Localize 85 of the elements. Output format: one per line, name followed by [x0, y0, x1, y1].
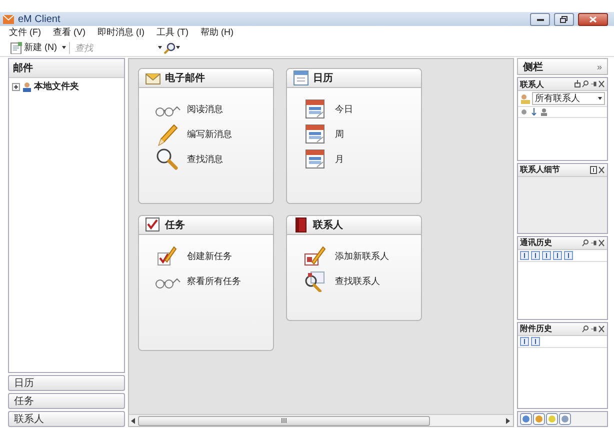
- card-title: 任务: [165, 218, 185, 232]
- panel-title: 附件历史: [520, 323, 553, 334]
- close-icon[interactable]: [598, 166, 605, 174]
- toolbar-icon[interactable]: [531, 250, 540, 260]
- sidebar-title: 侧栏: [523, 60, 543, 74]
- export-icon[interactable]: [574, 80, 581, 88]
- checkbox-icon: [145, 217, 161, 233]
- window-title: eM Client: [18, 14, 60, 24]
- tree-item[interactable]: 本地文件夹: [34, 80, 79, 93]
- toolbar-icon[interactable]: [520, 250, 529, 260]
- menu-item[interactable]: 工具 (T): [150, 26, 194, 39]
- close-icon[interactable]: [598, 324, 605, 333]
- toolbar-icon[interactable]: [520, 336, 529, 346]
- card-pencil-icon: [304, 245, 326, 267]
- card-title: 日历: [313, 72, 333, 85]
- scroll-left-icon[interactable]: [131, 418, 136, 424]
- action-link[interactable]: 编写新消息: [187, 128, 232, 140]
- collapse-button[interactable]: »: [596, 62, 602, 72]
- expander-icon[interactable]: [12, 82, 20, 90]
- nav-button[interactable]: 日历: [8, 375, 125, 391]
- grip-icon: [281, 418, 287, 423]
- calendar-icon: [305, 149, 325, 169]
- sort-arrow-icon[interactable]: [530, 108, 538, 116]
- restore-icon: [560, 16, 568, 22]
- minimize-button[interactable]: [530, 12, 550, 26]
- nav-button[interactable]: 联系人: [8, 411, 125, 427]
- search-icon[interactable]: [582, 238, 589, 247]
- panel-title: 联系人: [520, 78, 545, 90]
- scroll-right-icon[interactable]: [506, 418, 511, 424]
- search-field[interactable]: 查找: [73, 42, 127, 52]
- toolbar-icon[interactable]: [531, 336, 540, 346]
- toolbar-icon[interactable]: [553, 250, 562, 260]
- toolbar-icon[interactable]: [564, 250, 573, 260]
- action-link[interactable]: 查找消息: [187, 152, 223, 166]
- action-link[interactable]: 添加新联系人: [335, 250, 389, 262]
- action-link[interactable]: 查找联系人: [335, 274, 380, 288]
- check-pencil-icon: [156, 245, 178, 267]
- dropdown-caret-icon: [598, 96, 602, 102]
- nav-button[interactable]: 任务: [8, 393, 125, 409]
- pin-icon[interactable]: [590, 238, 597, 247]
- pin-icon[interactable]: [590, 166, 597, 174]
- action-link[interactable]: 察看所有任务: [187, 274, 241, 288]
- panel-title: 联系人细节: [520, 164, 561, 176]
- action-link[interactable]: 创建新任务: [187, 250, 232, 262]
- search-icon[interactable]: [582, 324, 589, 333]
- menu-item[interactable]: 即时消息 (I): [92, 26, 150, 39]
- action-link[interactable]: 阅读消息: [187, 102, 223, 116]
- new-button[interactable]: 新建 (N): [8, 41, 59, 54]
- close-button[interactable]: [578, 12, 608, 26]
- search-button[interactable]: [158, 42, 180, 54]
- panel-title: 通讯历史: [520, 237, 553, 248]
- calendar-icon: [293, 70, 309, 86]
- magnifier-icon: [156, 148, 178, 170]
- menu-item[interactable]: 帮助 (H): [194, 26, 240, 39]
- pencil-icon: [156, 122, 178, 146]
- search-icon[interactable]: [582, 80, 589, 88]
- minimize-icon: [536, 16, 544, 22]
- card-title: 联系人: [313, 218, 343, 232]
- search-icon: [163, 42, 175, 54]
- action-link[interactable]: 周: [335, 128, 344, 140]
- calendar-icon: [305, 99, 325, 119]
- action-link[interactable]: 月: [335, 152, 344, 166]
- contact-filter-dropdown[interactable]: 所有联系人: [532, 92, 605, 106]
- folder-person-icon: [22, 82, 32, 92]
- close-icon[interactable]: [598, 80, 605, 88]
- action-link[interactable]: 今日: [335, 102, 353, 116]
- menu-item[interactable]: 查看 (V): [47, 26, 92, 39]
- close-icon: [589, 16, 597, 22]
- restore-button[interactable]: [554, 12, 574, 26]
- app-logo-icon: [3, 14, 14, 24]
- toolbar-icon[interactable]: [542, 250, 551, 260]
- menu-item[interactable]: 文件 (F): [3, 26, 47, 39]
- book-icon: [293, 217, 309, 233]
- pin-icon[interactable]: [590, 324, 597, 333]
- scrollbar-thumb[interactable]: [138, 416, 430, 426]
- card-magnifier-icon: [304, 270, 326, 292]
- close-icon[interactable]: [598, 238, 605, 247]
- new-document-icon: [10, 42, 22, 54]
- dropdown-caret-icon[interactable]: [62, 45, 66, 50]
- dropdown-caret-icon: [158, 45, 162, 50]
- pin-icon[interactable]: [590, 80, 597, 88]
- horizontal-scrollbar[interactable]: [129, 414, 513, 426]
- panel-title: 邮件: [9, 59, 124, 78]
- card-title: 电子邮件: [165, 72, 205, 85]
- calendar-icon: [305, 124, 325, 144]
